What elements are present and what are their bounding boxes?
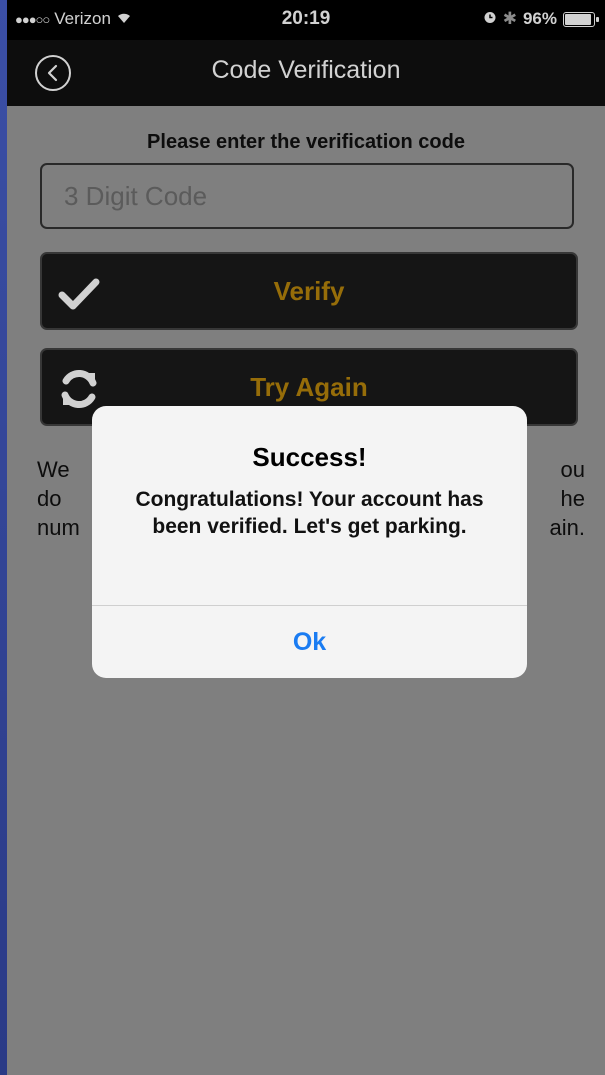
alert-title: Success!	[252, 442, 367, 472]
success-alert: Success! Congratulations! Your account h…	[92, 406, 527, 678]
left-frame-edge	[0, 0, 7, 1075]
phone-screen: ●●●○○ Verizon 20:19 ✱ 96% Code Verificat…	[7, 0, 605, 1075]
alert-message: Congratulations! Your account has been v…	[135, 488, 484, 538]
ok-button[interactable]: Ok	[92, 606, 527, 678]
